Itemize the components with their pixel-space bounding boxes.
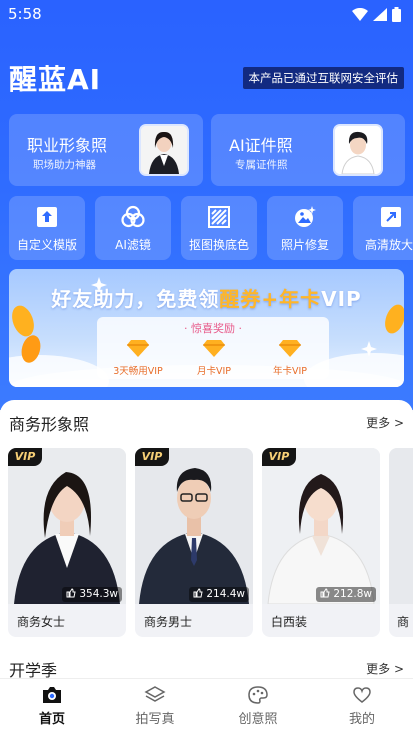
tool-label: 高清放大 [365,238,413,252]
photo-card-name: 商务女士 [17,615,66,629]
diamond-icon [127,340,149,357]
camera-home-icon [43,687,61,703]
tab-label: 拍写真 [135,712,175,727]
battery-icon [392,7,401,22]
banner-title-highlight: 醒券+年卡 [219,287,322,311]
reward-label: 年卡VIP [272,366,308,377]
vip-badge: VIP [262,448,296,466]
security-badge: 本产品已通过互联网安全评估 [242,67,404,89]
usage-count-value: 354.3w [79,588,118,600]
card-subtitle: 职场助力神器 [33,159,96,171]
tool-label: 自定义模版 [16,238,77,252]
status-time: 5:58 [8,5,42,23]
tab-label: 首页 [38,712,65,727]
diamond-icon [203,340,225,357]
id-photo-card[interactable]: AI证件照 专属证件照 [211,114,405,186]
vip-badge: VIP [135,448,169,466]
banner-title-suffix: VIP [321,287,362,311]
bottom-tab-bar: 首页 拍写真 创意照 我的 [0,678,413,734]
status-bar: 5:58 [0,0,413,30]
photo-repair-icon [295,206,316,227]
tool-label: AI滤镜 [115,238,151,252]
tab-label: 我的 [348,712,375,727]
usage-count: 354.3w [62,587,122,602]
section-title-business: 商务形象照 [9,415,90,434]
reward-item: 年卡VIP [253,339,327,377]
usage-count: 214.4w [189,587,249,602]
palette-icon [248,686,268,704]
heart-icon [353,687,371,703]
reward-box: · 惊喜奖励 · 3天畅用VIP 月卡VIP 年卡VIP [97,317,329,379]
card-subtitle: 专属证件照 [235,159,288,171]
partial-card-image [389,448,413,604]
card-title: 职业形象照 [27,136,108,155]
thumb-up-icon [193,588,203,598]
tab-profile[interactable]: 我的 [322,685,402,727]
signal-icon [373,8,387,21]
tool-hd-enlarge[interactable]: 高清放大 [353,196,413,260]
wifi-icon [352,8,368,21]
photo-card-name: 商 [397,615,410,629]
vip-badge: VIP [8,448,42,466]
photo-card-name: 白西装 [271,615,308,629]
more-link-business[interactable]: 更多 > [366,414,404,431]
tool-cutout-background[interactable]: 抠图换底色 [181,196,257,260]
tool-label: 抠图换底色 [188,238,249,252]
tab-label: 创意照 [238,712,278,727]
photo-card-partial[interactable]: 商 [389,448,413,637]
photo-card-name: 商务男士 [144,615,193,629]
thumb-up-icon [66,588,76,598]
promo-banner[interactable]: 好友助力，免费领醒券+年卡VIP · 惊喜奖励 · 3天畅用VIP 月卡VIP … [9,269,404,387]
tab-portrait-shoot[interactable]: 拍写真 [115,685,195,727]
layers-icon [144,686,166,702]
app-logo: 醒蓝AI [9,63,102,96]
tab-home[interactable]: 首页 [12,685,92,727]
business-woman-image: VIP 354.3w [8,448,126,604]
tool-photo-repair[interactable]: 照片修复 [267,196,343,260]
filter-circles-icon [121,205,145,228]
usage-count: 212.8w [316,587,376,602]
reward-item: 月卡VIP [177,339,251,377]
reward-heading: · 惊喜奖励 · [184,322,242,335]
man-portrait-image [333,124,383,176]
more-link-school[interactable]: 更多 > [366,660,404,677]
photo-card-white-suit[interactable]: VIP 212.8w 白西装 [262,448,380,637]
reward-label: 月卡VIP [196,366,232,377]
photo-card-business-woman[interactable]: VIP 354.3w 商务女士 [8,448,126,637]
thumb-up-icon [320,588,330,598]
career-photo-card[interactable]: 职业形象照 职场助力神器 [9,114,203,186]
card-title: AI证件照 [229,136,293,155]
photo-card-business-man[interactable]: VIP 214.4w 商务男士 [135,448,253,637]
white-suit-image: VIP 212.8w [262,448,380,604]
reward-item: 3天畅用VIP [101,339,175,377]
reward-label: 3天畅用VIP [113,366,163,377]
usage-count-value: 212.8w [333,588,372,600]
banner-title: 好友助力，免费领醒券+年卡VIP [9,283,404,312]
tool-ai-filter[interactable]: AI滤镜 [95,196,171,260]
usage-count-value: 214.4w [206,588,245,600]
diamond-icon [279,340,301,357]
upload-icon [37,207,57,227]
tool-label: 照片修复 [280,238,329,252]
tab-creative[interactable]: 创意照 [218,685,298,727]
banner-title-prefix: 好友助力，免费领 [51,287,220,311]
cutout-icon [208,206,230,228]
enlarge-icon [381,207,401,227]
woman-portrait-image [139,124,189,176]
tool-custom-template[interactable]: 自定义模版 [9,196,85,260]
business-man-image: VIP 214.4w [135,448,253,604]
